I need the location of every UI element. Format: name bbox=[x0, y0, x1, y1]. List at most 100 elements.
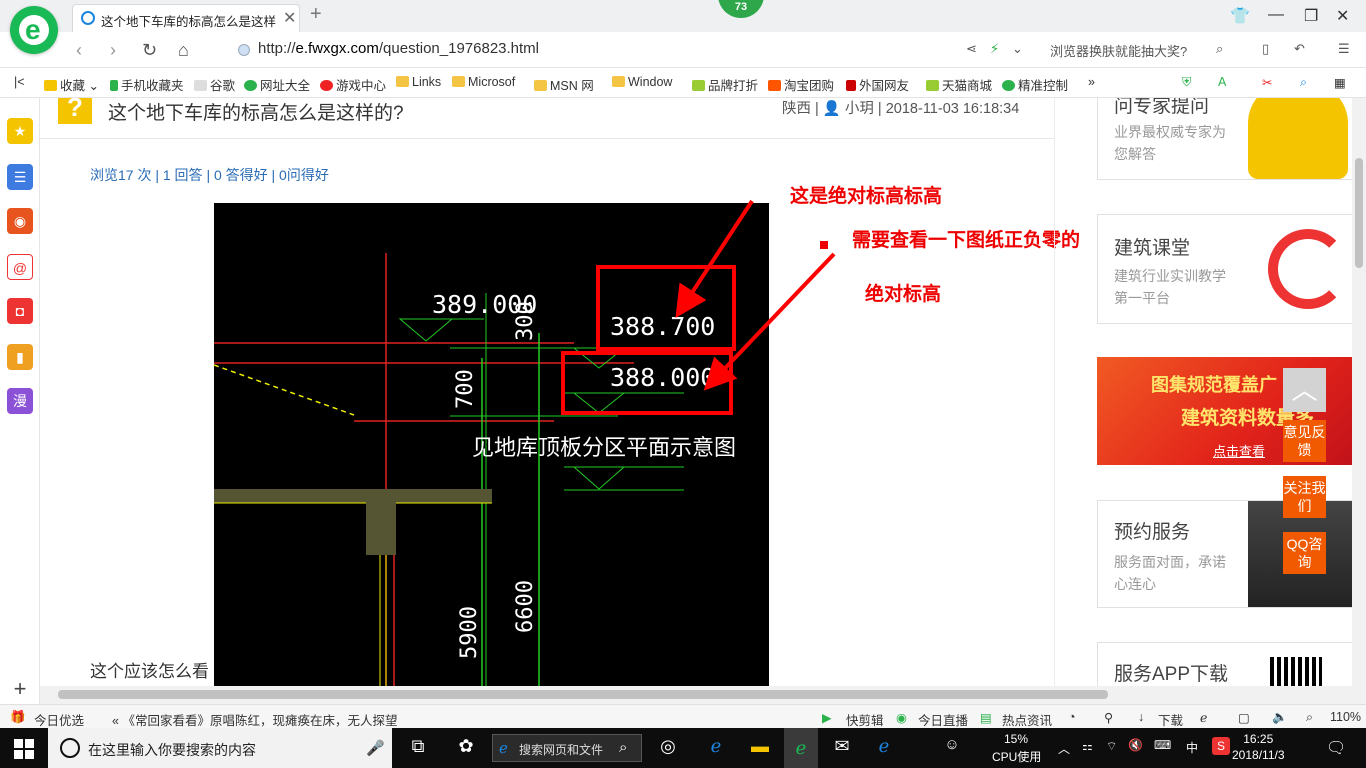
window-icon[interactable]: ▢ bbox=[1238, 710, 1250, 725]
restore-button[interactable]: ❐ bbox=[1304, 6, 1318, 26]
favorites-star-icon[interactable]: ★ bbox=[7, 118, 33, 144]
zoom-icon[interactable]: ⌕ bbox=[1306, 710, 1313, 725]
internet-explorer-icon[interactable]: ℯ bbox=[702, 736, 730, 760]
wifi-icon[interactable]: ⌔ bbox=[1106, 739, 1117, 754]
forward-icon[interactable]: › bbox=[110, 40, 116, 61]
follow-button[interactable]: 关注我们 bbox=[1283, 476, 1326, 518]
toolbar-search-input[interactable]: ℯ 搜索网页和文件 ⌕ bbox=[492, 734, 642, 762]
keyboard-icon[interactable]: ⌨ bbox=[1154, 738, 1171, 752]
taskbar-search-input[interactable]: 在这里输入你要搜索的内容 🎤 bbox=[48, 728, 392, 768]
game-icon[interactable]: ◘ bbox=[7, 298, 33, 324]
bookmark-sites[interactable]: 网址大全 bbox=[244, 75, 310, 94]
hot-news[interactable]: 热点资讯 bbox=[1002, 710, 1052, 729]
bookmark-brand[interactable]: 品牌打折 bbox=[692, 75, 758, 94]
horizontal-scrollbar[interactable] bbox=[40, 686, 1352, 704]
share-icon[interactable]: ⋖ bbox=[966, 41, 977, 57]
undo-icon[interactable]: ↶ bbox=[1294, 41, 1305, 57]
shield-icon[interactable]: ⛨ bbox=[1182, 75, 1191, 90]
microphone-icon[interactable]: 🎤 bbox=[366, 739, 385, 757]
clock[interactable]: 16:25 2018/11/3 bbox=[1232, 731, 1285, 763]
bookmark-foreign[interactable]: 外国网友 bbox=[846, 75, 909, 94]
search-icon[interactable]: ⌕ bbox=[1216, 41, 1223, 57]
minimize-button[interactable]: — bbox=[1268, 6, 1284, 24]
people-icon[interactable]: ☺ bbox=[940, 736, 964, 760]
back-to-top-button[interactable]: ︿ bbox=[1283, 368, 1326, 412]
mail-icon[interactable]: ✉ bbox=[828, 736, 856, 760]
building-class-card[interactable]: 建筑课堂 建筑行业实训教学第一平台 bbox=[1097, 214, 1352, 324]
bookmark-windows[interactable]: Window bbox=[612, 75, 672, 89]
question-body: 这个应该怎么看 bbox=[90, 662, 209, 681]
bookmark-control[interactable]: 精准控制 bbox=[1002, 75, 1068, 94]
feedback-button[interactable]: 意见反馈 bbox=[1283, 420, 1326, 462]
windows-start-icon[interactable] bbox=[14, 739, 34, 759]
ask-expert-card[interactable]: 问专家提问 业界最权威专家为您解答 bbox=[1097, 98, 1352, 180]
pin-icon[interactable]: ⚲ bbox=[1104, 710, 1113, 725]
banner-link[interactable]: 点击查看 bbox=[1213, 441, 1265, 460]
sidebar-toggle-icon[interactable]: |< bbox=[14, 75, 25, 89]
news-ticker[interactable]: « 《常回家看看》原唱陈红，现瘫痪在床，无人探望 bbox=[112, 710, 397, 729]
qq-consult-button[interactable]: QQ咨询 bbox=[1283, 532, 1326, 574]
promo-link[interactable]: 浏览器换肤就能抽大奖? bbox=[1050, 41, 1187, 60]
bookmark-msn[interactable]: MSN 网 bbox=[534, 75, 594, 94]
ie-mode-icon[interactable]: ℯ bbox=[1200, 710, 1207, 725]
close-button[interactable]: ✕ bbox=[1336, 6, 1349, 26]
volume-icon[interactable]: 🔈 bbox=[1272, 710, 1288, 725]
translate-icon[interactable]: A bbox=[1218, 75, 1226, 89]
green-browser-taskbar-icon[interactable]: ℯ bbox=[784, 728, 818, 768]
menu-icon[interactable]: ☰ bbox=[1338, 41, 1350, 57]
magnifier-icon[interactable]: ⌕ bbox=[1300, 75, 1307, 90]
volume-muted-icon[interactable]: 🔇 bbox=[1128, 738, 1143, 752]
bookmark-mobile[interactable]: 手机收藏夹 bbox=[110, 75, 184, 94]
bookmark-microsoft[interactable]: Microsof bbox=[452, 75, 515, 89]
scroll-thumb[interactable] bbox=[58, 690, 1108, 699]
cpu-usage[interactable]: 15% bbox=[1004, 732, 1028, 746]
edge-icon[interactable]: ℯ bbox=[870, 736, 898, 760]
new-tab-button[interactable]: + bbox=[310, 3, 322, 26]
back-icon[interactable]: ‹ bbox=[76, 40, 82, 61]
url-input[interactable]: http://e.fwxgx.com/question_1976823.html bbox=[232, 38, 1032, 62]
scissors-icon[interactable]: ✂ bbox=[1262, 75, 1272, 90]
more-bookmarks-icon[interactable]: » bbox=[1088, 75, 1095, 89]
refresh-icon[interactable]: ↻ bbox=[142, 40, 157, 61]
network-icon[interactable]: ⚏ bbox=[1082, 739, 1093, 753]
grid-icon[interactable]: ▦ bbox=[1334, 75, 1346, 90]
book-icon[interactable]: ▮ bbox=[7, 344, 33, 370]
mobile-icon[interactable]: ▯ bbox=[1262, 41, 1269, 57]
download-icon[interactable]: ↓ bbox=[1138, 710, 1144, 724]
app-download-card[interactable]: 服务APP下载 bbox=[1097, 642, 1352, 686]
browser-logo[interactable]: e bbox=[10, 6, 58, 54]
360-browser-icon[interactable]: ◎ bbox=[654, 736, 682, 760]
skin-icon[interactable]: 👕 bbox=[1230, 6, 1250, 26]
tray-expand-icon[interactable]: ︿ bbox=[1058, 740, 1070, 757]
bookmark-links[interactable]: Links bbox=[396, 75, 441, 89]
bookmark-taobao[interactable]: 淘宝团购 bbox=[768, 75, 834, 94]
zoom-level[interactable]: 110% bbox=[1330, 710, 1361, 724]
bookmark-google[interactable]: 谷歌 bbox=[194, 75, 235, 94]
quick-edit[interactable]: 快剪辑 bbox=[846, 710, 884, 729]
task-view-icon[interactable]: ⧉ bbox=[406, 736, 430, 760]
scroll-thumb[interactable] bbox=[1355, 158, 1363, 268]
download-label[interactable]: 下载 bbox=[1158, 710, 1183, 729]
mail-icon[interactable]: @ bbox=[7, 254, 33, 280]
lightning-icon[interactable]: ⚡ bbox=[990, 41, 999, 57]
add-sidebar-button[interactable]: + bbox=[0, 676, 40, 704]
tab-active[interactable]: 这个地下车库的标高怎么是这样的 ✕ bbox=[72, 4, 300, 32]
today-live[interactable]: 今日直播 bbox=[918, 710, 968, 729]
bookmark-tmall[interactable]: 天猫商城 bbox=[926, 75, 992, 94]
ime-indicator[interactable]: 中 bbox=[1186, 739, 1198, 756]
speed-icon[interactable]: ◔ bbox=[1068, 710, 1076, 724]
news-icon[interactable]: ☰ bbox=[7, 164, 33, 190]
bookmark-favorites[interactable]: 收藏 ⌄ bbox=[44, 75, 99, 94]
vertical-scrollbar[interactable] bbox=[1352, 98, 1366, 704]
sogou-icon[interactable]: S bbox=[1212, 737, 1230, 755]
file-explorer-icon[interactable]: ▬ bbox=[746, 736, 774, 760]
bookmark-games[interactable]: 游戏中心 bbox=[320, 75, 386, 94]
pinwheel-icon[interactable]: ✿ bbox=[452, 736, 480, 760]
notification-badge[interactable]: 73 bbox=[718, 0, 764, 18]
weibo-icon[interactable]: ◉ bbox=[7, 208, 33, 234]
today-picks[interactable]: 今日优选 bbox=[34, 710, 84, 729]
comic-icon[interactable]: 漫 bbox=[7, 388, 33, 414]
home-icon[interactable]: ⌂ bbox=[178, 40, 189, 61]
chevron-down-icon[interactable]: ⌄ bbox=[1012, 41, 1023, 57]
close-tab-icon[interactable]: ✕ bbox=[283, 8, 296, 28]
